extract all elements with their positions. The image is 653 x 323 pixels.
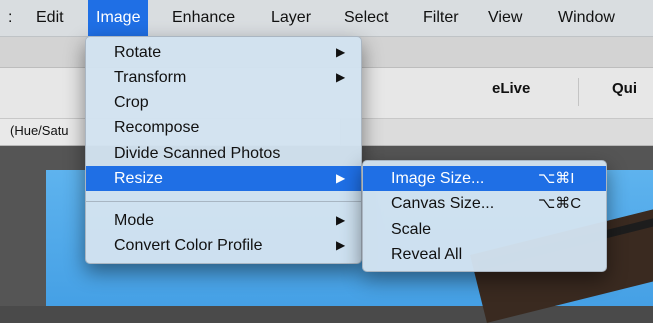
menu-layer[interactable]: Layer bbox=[271, 0, 311, 36]
menu-item-rotate[interactable]: Rotate ▶ bbox=[86, 40, 361, 65]
image-menu: Rotate ▶ Transform ▶ Crop Recompose Divi… bbox=[85, 36, 362, 264]
submenu-arrow-icon: ▶ bbox=[336, 45, 346, 59]
submenu-item-reveal-all[interactable]: Reveal All bbox=[363, 242, 606, 267]
submenu-item-label: Canvas Size... bbox=[391, 195, 495, 212]
menu-partial-item[interactable]: : bbox=[8, 0, 12, 36]
menu-item-label: Convert Color Profile bbox=[114, 237, 263, 254]
menu-item-convert-color-profile[interactable]: Convert Color Profile ▶ bbox=[86, 233, 361, 258]
submenu-item-label: Image Size... bbox=[391, 170, 485, 187]
menu-item-transform[interactable]: Transform ▶ bbox=[86, 65, 361, 90]
submenu-arrow-icon: ▶ bbox=[336, 238, 346, 252]
tab-elive[interactable]: eLive bbox=[492, 80, 530, 97]
menu-view[interactable]: View bbox=[488, 0, 522, 36]
menu-item-label: Rotate bbox=[114, 44, 162, 61]
menu-item-resize[interactable]: Resize ▶ bbox=[86, 166, 361, 191]
menu-item-crop[interactable]: Crop bbox=[86, 90, 361, 115]
resize-submenu: Image Size... ⌥⌘I Canvas Size... ⌥⌘C Sca… bbox=[362, 160, 607, 272]
shortcut-label: ⌥⌘C bbox=[538, 195, 582, 212]
submenu-item-label: Reveal All bbox=[391, 246, 463, 263]
menu-edit[interactable]: Edit bbox=[36, 0, 64, 36]
submenu-arrow-icon: ▶ bbox=[336, 70, 346, 84]
menu-item-recompose[interactable]: Recompose bbox=[86, 115, 361, 140]
menu-filter[interactable]: Filter bbox=[423, 0, 459, 36]
submenu-item-label: Scale bbox=[391, 221, 432, 238]
submenu-arrow-icon: ▶ bbox=[336, 213, 346, 227]
tab-divider bbox=[578, 78, 579, 106]
menu-enhance[interactable]: Enhance bbox=[172, 0, 235, 36]
menu-bar: : Edit Image Enhance Layer Select Filter… bbox=[0, 0, 653, 37]
submenu-item-image-size[interactable]: Image Size... ⌥⌘I bbox=[363, 166, 606, 191]
menu-item-label: Mode bbox=[114, 212, 155, 229]
menu-item-label: Transform bbox=[114, 69, 187, 86]
submenu-item-scale[interactable]: Scale bbox=[363, 217, 606, 242]
menu-item-label: Resize bbox=[114, 170, 163, 187]
submenu-item-canvas-size[interactable]: Canvas Size... ⌥⌘C bbox=[363, 191, 606, 216]
menu-item-label: Divide Scanned Photos bbox=[114, 145, 281, 162]
menu-separator bbox=[86, 201, 361, 202]
menu-image[interactable]: Image bbox=[88, 0, 149, 36]
tab-quick[interactable]: Qui bbox=[612, 80, 637, 97]
shortcut-label: ⌥⌘I bbox=[538, 170, 575, 187]
menu-item-label: Crop bbox=[114, 94, 149, 111]
document-tab-label: (Hue/Satu bbox=[10, 123, 69, 138]
menu-item-label: Recompose bbox=[114, 119, 200, 136]
submenu-arrow-icon: ▶ bbox=[336, 171, 346, 185]
menu-select[interactable]: Select bbox=[344, 0, 388, 36]
menu-item-divide-scanned-photos[interactable]: Divide Scanned Photos bbox=[86, 141, 361, 166]
menu-window[interactable]: Window bbox=[558, 0, 615, 36]
menu-item-mode[interactable]: Mode ▶ bbox=[86, 208, 361, 233]
